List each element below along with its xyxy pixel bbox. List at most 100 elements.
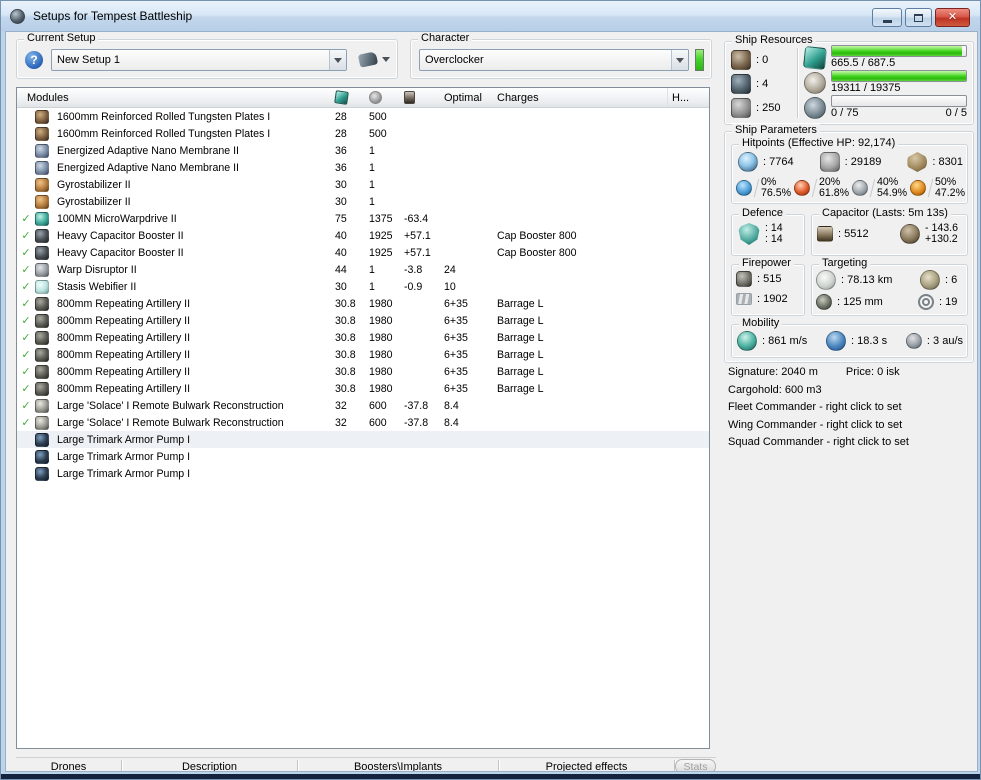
character-select[interactable]: Overclocker: [419, 49, 689, 71]
module-row[interactable]: Large Trimark Armor Pump I: [17, 465, 709, 482]
module-powergrid: 500: [369, 127, 387, 140]
maximize-icon: [914, 13, 923, 22]
defence-title: Defence: [739, 207, 786, 219]
defence-group: Defence : 14 : 14: [731, 207, 805, 256]
nano-membrane-icon: [35, 143, 57, 158]
module-row[interactable]: Energized Adaptive Nano Membrane II 36 1: [17, 142, 709, 159]
volley-icon: [736, 271, 752, 287]
active-check-icon: ✓: [21, 400, 31, 412]
wing-commander-text[interactable]: Wing Commander - right click to set: [728, 417, 909, 435]
powergrid-icon[interactable]: [369, 91, 404, 104]
module-name: 800mm Repeating Artillery II: [57, 365, 191, 378]
module-optimal: 6+35: [444, 365, 468, 378]
module-row[interactable]: 1600mm Reinforced Rolled Tungsten Plates…: [17, 125, 709, 142]
modules-column-header[interactable]: Modules: [17, 92, 335, 104]
module-cpu: 40: [335, 246, 347, 259]
active-check-icon: ✓: [21, 264, 31, 276]
tab-boosters-implants[interactable]: Boosters\Implants: [298, 758, 498, 772]
stats-button[interactable]: Stats: [675, 759, 716, 771]
module-cap-usage: -3.8: [404, 263, 423, 276]
module-row[interactable]: ✓ Heavy Capacitor Booster II 40 1925 +57.1 Ca…: [17, 227, 709, 244]
module-cap-usage: +57.1: [404, 246, 431, 259]
heat-column-header[interactable]: H...: [667, 88, 709, 107]
module-row[interactable]: Gyrostabilizer II 30 1: [17, 176, 709, 193]
character-select-value: Overclocker: [425, 54, 484, 66]
module-row[interactable]: ✓ 800mm Repeating Artillery II 30.8 1980 6+3…: [17, 380, 709, 397]
title-bar[interactable]: Setups for Tempest Battleship ✕: [1, 1, 980, 31]
cpu-icon[interactable]: [334, 90, 369, 105]
module-name: Large Trimark Armor Pump I: [57, 467, 191, 480]
ship-icon: [357, 51, 379, 68]
current-setup-label: Current Setup: [24, 32, 99, 44]
active-check-icon: ✓: [21, 332, 31, 344]
remote-repair-icon: [35, 398, 57, 413]
speed-value: : 861 m/s: [762, 335, 808, 347]
module-powergrid: 1980: [369, 365, 393, 378]
module-row[interactable]: ✓ 800mm Repeating Artillery II 30.8 1980 6+3…: [17, 346, 709, 363]
window-bottom-edge: [1, 774, 980, 779]
capacitor-usage-icon[interactable]: [404, 91, 444, 104]
module-row[interactable]: ✓ Warp Disruptor II 44 1 -3.8 24: [17, 261, 709, 278]
module-optimal: 6+35: [444, 314, 468, 327]
setup-select[interactable]: New Setup 1: [51, 49, 347, 71]
active-check-icon: ✓: [21, 315, 31, 327]
chevron-down-icon[interactable]: [671, 50, 688, 70]
module-powergrid: 1: [369, 263, 375, 276]
module-row[interactable]: Large Trimark Armor Pump I: [17, 431, 709, 448]
module-powergrid: 500: [369, 110, 387, 123]
module-name: 800mm Repeating Artillery II: [57, 331, 191, 344]
module-row[interactable]: Gyrostabilizer II 30 1: [17, 193, 709, 210]
chevron-down-icon[interactable]: [329, 50, 346, 70]
module-optimal: 10: [444, 280, 456, 293]
setup-menu-button[interactable]: [357, 51, 390, 68]
defence-shield-icon: [738, 223, 760, 245]
module-row[interactable]: ✓ Stasis Webifier II 30 1 -0.9 10: [17, 278, 709, 295]
module-row[interactable]: ✓ Large 'Solace' I Remote Bulwark Reconst…: [17, 414, 709, 431]
module-powergrid: 1980: [369, 297, 393, 310]
tab-description[interactable]: Description: [122, 758, 297, 772]
character-status-bar: [695, 49, 704, 71]
module-name: Stasis Webifier II: [57, 280, 137, 293]
module-row[interactable]: ✓ Heavy Capacitor Booster II 40 1925 +57.1 Ca…: [17, 244, 709, 261]
charges-column-header[interactable]: Charges: [497, 92, 667, 104]
module-row[interactable]: ✓ 100MN MicroWarpdrive II 75 1375 -63.4: [17, 210, 709, 227]
capacitor-delta-icon: [900, 224, 920, 244]
module-name: Large 'Solace' I Remote Bulwark Reconstr…: [57, 416, 284, 429]
close-button[interactable]: ✕: [935, 8, 970, 27]
minimize-button[interactable]: [872, 8, 902, 27]
cpu-icon: [802, 45, 828, 71]
armor-resist-value: 61.8%: [818, 187, 850, 199]
module-name: Energized Adaptive Nano Membrane II: [57, 144, 239, 157]
module-name: 800mm Repeating Artillery II: [57, 314, 191, 327]
module-row[interactable]: ✓ 800mm Repeating Artillery II 30.8 1980 6+3…: [17, 312, 709, 329]
module-row[interactable]: ✓ 800mm Repeating Artillery II 30.8 1980 6+3…: [17, 329, 709, 346]
dps-value: : 1902: [757, 293, 788, 305]
tab-drones[interactable]: Drones: [16, 758, 121, 772]
powergrid-usage-text: 19311 / 19375: [831, 82, 901, 94]
module-powergrid: 1980: [369, 331, 393, 344]
optimal-column-header[interactable]: Optimal: [444, 92, 497, 104]
help-icon[interactable]: ?: [25, 51, 43, 69]
module-cpu: 30: [335, 280, 347, 293]
module-row[interactable]: ✓ Large 'Solace' I Remote Bulwark Reconst…: [17, 397, 709, 414]
scan-resolution-value: : 19: [939, 296, 958, 308]
module-name: 100MN MicroWarpdrive II: [57, 212, 177, 225]
maximize-button[interactable]: [905, 8, 932, 27]
module-row[interactable]: ✓ 800mm Repeating Artillery II 30.8 1980 6+3…: [17, 363, 709, 380]
ship-parameters-group: Ship Parameters Hitpoints (Effective HP:…: [724, 124, 974, 363]
module-row[interactable]: Energized Adaptive Nano Membrane II 36 1: [17, 159, 709, 176]
module-powergrid: 1375: [369, 212, 393, 225]
firepower-group: Firepower : 515 : 1902: [731, 257, 805, 316]
module-row[interactable]: ✓ 800mm Repeating Artillery II 30.8 1980 6+3…: [17, 295, 709, 312]
squad-commander-text[interactable]: Squad Commander - right click to set: [728, 434, 909, 452]
scan-resolution-icon: [918, 294, 934, 310]
rig-icon: [35, 466, 57, 481]
module-charge: Cap Booster 800: [497, 229, 577, 242]
tab-projected-effects[interactable]: Projected effects: [499, 758, 674, 772]
module-row[interactable]: 1600mm Reinforced Rolled Tungsten Plates…: [17, 108, 709, 125]
fleet-commander-text[interactable]: Fleet Commander - right click to set: [728, 399, 909, 417]
microwarpdrive-icon: [35, 211, 57, 226]
module-row[interactable]: Large Trimark Armor Pump I: [17, 448, 709, 465]
artillery-icon: [35, 381, 57, 396]
capacitor-recharge: +130.2: [925, 233, 958, 245]
